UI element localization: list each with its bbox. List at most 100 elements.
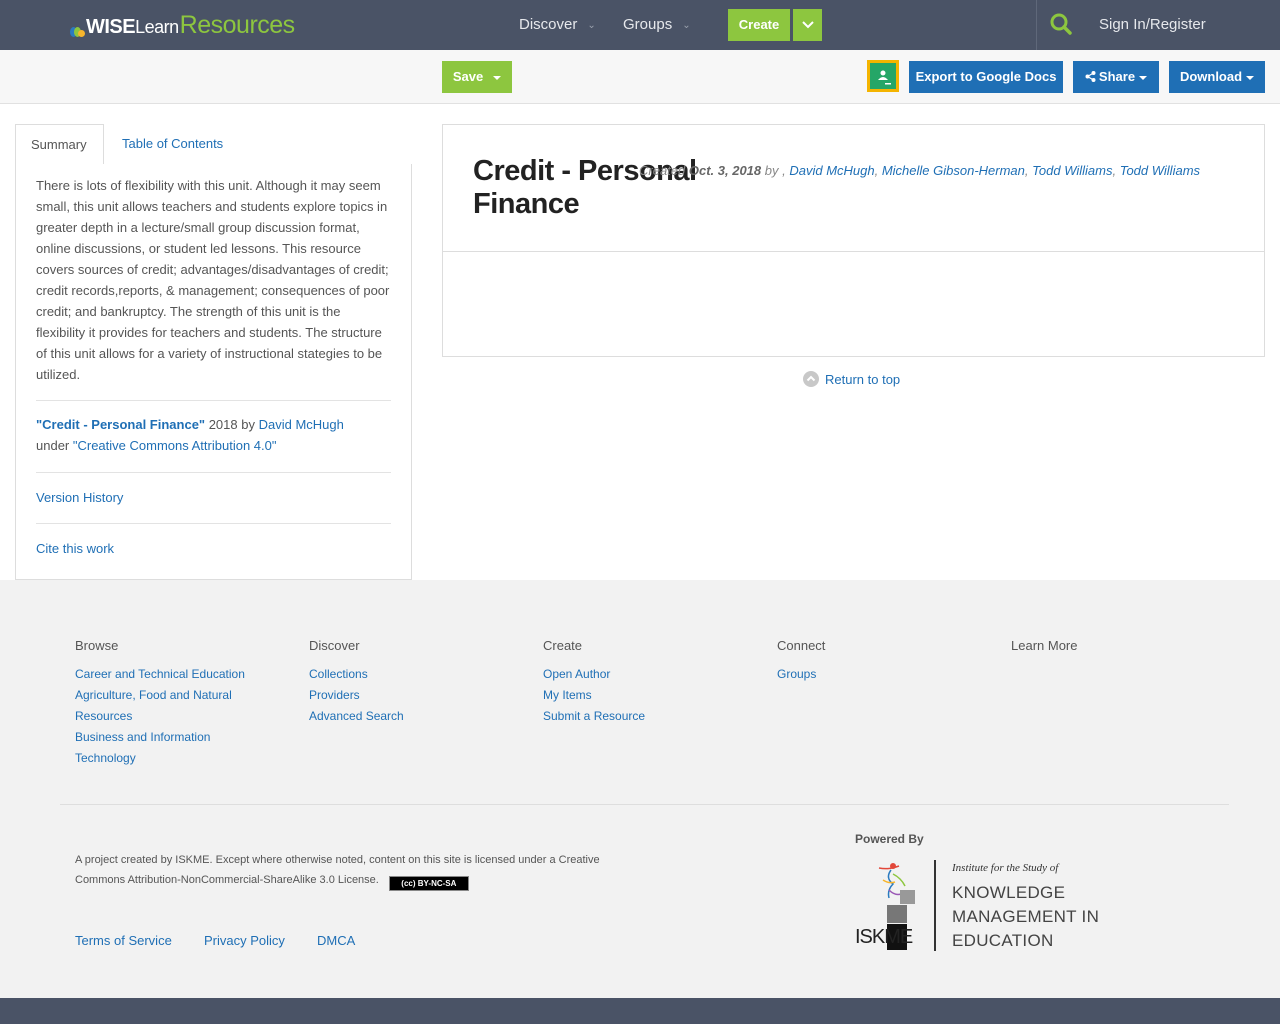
author-link[interactable]: David McHugh (789, 163, 874, 178)
footer-link[interactable]: Advanced Search (309, 706, 529, 727)
license-statement: A project created by ISKME. Except where… (75, 854, 600, 886)
caret-down-icon (1139, 75, 1148, 80)
caret-down-icon (1246, 75, 1255, 80)
footer: Browse Career and Technical Education Ag… (0, 580, 1280, 998)
footer-link[interactable]: Open Author (543, 664, 763, 685)
version-history-label[interactable]: Version History (36, 490, 123, 505)
tab-table-of-contents[interactable]: Table of Contents (107, 124, 238, 165)
footer-divider (60, 804, 1229, 805)
author-link[interactable]: Todd Williams (1120, 163, 1200, 178)
logo-brand-accent: Resources (179, 11, 296, 39)
return-to-top-label: Return to top (825, 372, 901, 387)
nav-groups[interactable]: Groups ⌄ (623, 0, 691, 50)
footer-heading: Create (543, 638, 583, 653)
footer-link[interactable]: Agriculture, Food and Natural Resources (75, 685, 255, 727)
iskme-line: EDUCATION (952, 931, 1054, 950)
resource-toolbar: Save Export to Google Docs Share Downloa… (0, 50, 1280, 104)
nav-discover[interactable]: Discover ⌄ (519, 0, 596, 50)
card-divider (443, 251, 1264, 252)
share-button-label: Share (1098, 69, 1136, 84)
footer-column-browse: Browse Career and Technical Education Ag… (75, 638, 295, 769)
save-button[interactable]: Save (442, 61, 512, 93)
tab-summary[interactable]: Summary (15, 124, 104, 165)
search-icon[interactable] (1050, 13, 1072, 40)
footer-link[interactable]: Submit a Resource (543, 706, 763, 727)
signin-register-link[interactable]: Sign In/Register (1099, 0, 1206, 50)
footer-link[interactable]: Collections (309, 664, 529, 685)
created-prefix: Created (639, 163, 689, 178)
iskme-institute-text: Institute for the Study of (952, 862, 1059, 874)
nav-groups-label: Groups (623, 16, 673, 33)
logo-brand-light: Learn (135, 17, 179, 37)
create-button[interactable]: Create (728, 9, 790, 41)
by-text: by , (761, 163, 790, 178)
export-google-docs-button[interactable]: Export to Google Docs (909, 61, 1063, 93)
download-button[interactable]: Download (1169, 61, 1265, 93)
cite-label[interactable]: Cite this work (36, 541, 114, 556)
author-link[interactable]: Michelle Gibson-Herman (882, 163, 1025, 178)
attribution-year: 2018 by (205, 417, 259, 432)
iskme-name: KNOWLEDGE MANAGEMENT IN EDUCATION (952, 881, 1099, 953)
footer-heading: Browse (75, 638, 119, 653)
share-button[interactable]: Share (1073, 61, 1159, 93)
google-classroom-icon (870, 63, 896, 89)
summary-panel: There is lots of flexibility with this u… (15, 164, 412, 580)
sidebar-tabs: Summary Table of Contents (15, 124, 412, 165)
share-icon (1085, 71, 1096, 82)
attribution-work-title[interactable]: "Credit - Personal Finance" (36, 417, 205, 432)
author-link[interactable]: Todd Williams (1032, 163, 1112, 178)
logo-square (887, 905, 907, 923)
caret-down-icon (493, 75, 502, 80)
footer-column-create: Create Open Author My Items Submit a Res… (543, 638, 763, 727)
footer-heading: Connect (777, 638, 826, 653)
license-text: A project created by ISKME. Except where… (75, 850, 635, 891)
cc-license-badge[interactable]: (cc) BY-NC-SA (388, 876, 469, 891)
chevron-down-icon (801, 21, 814, 29)
logo-drops-icon (70, 24, 85, 38)
iskme-figure-icon (878, 863, 906, 899)
iskme-line: MANAGEMENT IN (952, 907, 1100, 926)
site-logo[interactable]: WISE Learn Resources (70, 12, 295, 38)
footer-column-discover: Discover Collections Providers Advanced … (309, 638, 529, 727)
attribution-license-link[interactable]: "Creative Commons Attribution 4.0" (73, 438, 277, 453)
iskme-logo[interactable]: ISKME Institute for the Study of KNOWLED… (855, 860, 1115, 955)
cite-link[interactable]: Cite this work (36, 524, 391, 574)
google-classroom-button[interactable] (867, 60, 899, 92)
footer-heading: Discover (309, 638, 360, 653)
nav-separator (1036, 0, 1037, 50)
footer-heading[interactable]: Learn More (1011, 638, 1231, 653)
powered-by-label: Powered By (855, 832, 924, 846)
created-date: Oct. 3, 2018 (688, 163, 762, 178)
privacy-policy-link[interactable]: Privacy Policy (204, 933, 285, 948)
create-dropdown-button[interactable] (793, 9, 822, 41)
bottom-bar (0, 998, 1280, 1024)
attribution-under: under (36, 438, 73, 453)
footer-link[interactable]: Business and Information Technology (75, 727, 235, 769)
nav-discover-label: Discover (519, 16, 578, 33)
save-button-label: Save (452, 69, 484, 84)
footer-column-connect: Connect Groups (777, 638, 997, 685)
logo-brand-bold: WISE (86, 16, 136, 38)
logo-square (900, 890, 915, 904)
iskme-line: KNOWLEDGE (952, 883, 1066, 902)
arrow-up-circle-icon (803, 371, 819, 387)
top-nav: WISE Learn Resources Discover ⌄ Groups ⌄ Cre… (0, 0, 1280, 50)
return-to-top-link[interactable]: Return to top (803, 371, 900, 389)
logo-rule (934, 860, 936, 951)
dmca-link[interactable]: DMCA (317, 933, 355, 948)
version-history-link[interactable]: Version History (36, 473, 391, 523)
download-button-label: Download (1179, 69, 1243, 84)
summary-text: There is lots of flexibility with this u… (36, 178, 390, 382)
footer-link[interactable]: Career and Technical Education (75, 664, 295, 685)
chevron-down-icon: ⌄ (682, 20, 691, 31)
resource-card: Credit - Personal Finance Created Oct. 3… (442, 124, 1265, 357)
footer-link[interactable]: Groups (777, 664, 997, 685)
footer-link[interactable]: My Items (543, 685, 763, 706)
footer-column-learn-more: Learn More (1011, 638, 1231, 664)
attribution-author-link[interactable]: David McHugh (259, 417, 344, 432)
attribution: "Credit - Personal Finance" 2018 by Davi… (36, 401, 391, 472)
resource-meta: Created Oct. 3, 2018 by , David McHugh, … (639, 163, 1201, 178)
terms-of-service-link[interactable]: Terms of Service (75, 933, 172, 948)
iskme-abbr: ISKME (855, 926, 913, 948)
footer-link[interactable]: Providers (309, 685, 529, 706)
